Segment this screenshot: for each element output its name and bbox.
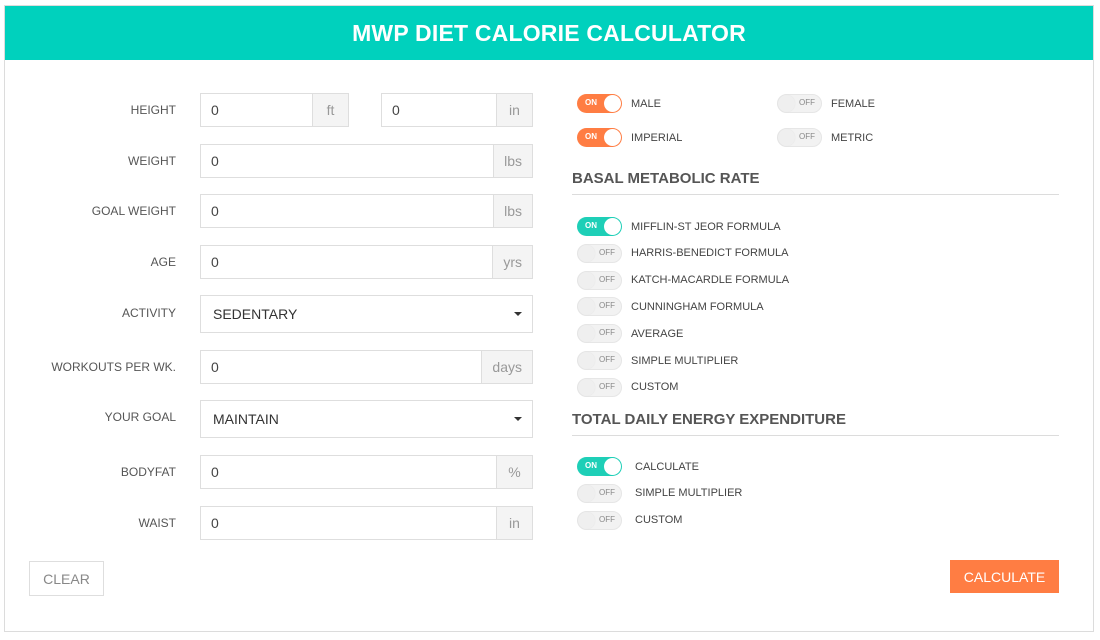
workouts-label: WORKOUTS PER WK. [51,360,176,374]
workouts-field[interactable]: 0 days [200,350,533,384]
bodyfat-value[interactable]: 0 [201,456,496,488]
toggle-label: CALCULATE [635,460,699,473]
calculate-button[interactable]: CALCULATE [950,560,1059,593]
toggle-label: SIMPLE MULTIPLIER [631,354,739,367]
goal-select[interactable]: MAINTAIN [200,400,533,438]
toggle-female[interactable]: OFF FEMALE [777,94,875,113]
clear-button[interactable]: CLEAR [29,561,104,596]
goal-weight-field[interactable]: 0 lbs [200,194,533,228]
activity-selected: SEDENTARY [213,306,298,322]
toggle-switch[interactable]: OFF [577,324,622,344]
weight-label: WEIGHT [128,154,176,168]
height-feet-unit: ft [312,94,348,126]
age-field[interactable]: 0 yrs [200,245,533,279]
goal-label: YOUR GOAL [104,410,176,424]
toggle-male[interactable]: ON MALE [577,94,661,113]
bmr-option[interactable]: OFF KATCH-MACARDLE FORMULA [577,270,790,290]
toggle-label: CUSTOM [631,381,679,394]
weight-unit: lbs [493,145,532,177]
waist-field[interactable]: 0 in [200,506,533,540]
waist-label: WAIST [138,516,176,530]
toggle-switch[interactable]: ON [577,457,622,476]
activity-select[interactable]: SEDENTARY [200,295,533,333]
height-inches-value[interactable]: 0 [382,94,496,126]
toggle-switch[interactable]: OFF [577,270,622,290]
header-bar: MWP DIET CALORIE CALCULATOR [5,6,1093,60]
workouts-value[interactable]: 0 [201,351,481,383]
toggle-label: AVERAGE [631,327,684,340]
toggle-switch[interactable]: OFF [577,243,622,263]
height-label: HEIGHT [130,103,176,117]
goal-weight-value[interactable]: 0 [201,195,493,227]
bodyfat-label: BODYFAT [120,465,176,479]
tdee-option[interactable]: OFF SIMPLE MULTIPLIER [577,483,743,503]
weight-field[interactable]: 0 lbs [200,144,533,178]
toggle-switch[interactable]: OFF [577,377,622,397]
toggle-switch[interactable]: OFF [777,94,822,113]
toggle-switch[interactable]: OFF [577,510,622,530]
tdee-option[interactable]: OFF CUSTOM [577,510,683,530]
caret-down-icon [514,312,522,316]
toggle-switch[interactable]: OFF [577,351,622,370]
bodyfat-unit: % [496,456,532,488]
toggle-label: IMPERIAL [631,131,683,144]
bmr-option[interactable]: OFF SIMPLE MULTIPLIER [577,351,738,370]
toggle-label: CUSTOM [635,514,683,527]
toggle-switch[interactable]: OFF [577,483,622,503]
toggle-label: HARRIS-BENEDICT FORMULA [631,247,789,260]
bmr-option[interactable]: ON MIFFLIN-ST JEOR FORMULA [577,217,781,236]
weight-value[interactable]: 0 [201,145,493,177]
toggle-switch[interactable]: ON [577,128,622,147]
height-feet-value[interactable]: 0 [201,94,312,126]
toggle-metric[interactable]: OFF METRIC [777,128,873,147]
toggle-label: MIFFLIN-ST JEOR FORMULA [631,220,781,233]
toggle-label: FEMALE [831,97,876,110]
tdee-section-title: TOTAL DAILY ENERGY EXPENDITURE [572,411,1059,436]
height-feet-field[interactable]: 0 ft [200,93,349,127]
height-inches-field[interactable]: 0 in [381,93,533,127]
activity-label: ACTIVITY [121,306,176,320]
toggle-switch[interactable]: OFF [777,128,822,147]
toggle-label: SIMPLE MULTIPLIER [635,487,743,500]
waist-unit: in [496,507,532,539]
waist-value[interactable]: 0 [201,507,496,539]
bmr-option[interactable]: OFF AVERAGE [577,324,684,344]
toggle-switch[interactable]: OFF [577,297,622,317]
toggle-label: METRIC [831,131,874,144]
bmr-section-title: BASAL METABOLIC RATE [572,170,1059,195]
page-title: MWP DIET CALORIE CALCULATOR [352,19,746,46]
toggle-label: KATCH-MACARDLE FORMULA [631,274,790,287]
age-label: AGE [150,255,176,269]
age-value[interactable]: 0 [201,246,492,278]
goal-selected: MAINTAIN [213,411,279,427]
height-inches-unit: in [496,94,532,126]
caret-down-icon [514,417,522,421]
tdee-option[interactable]: ON CALCULATE [577,457,699,476]
goal-weight-label: GOAL WEIGHT [91,204,176,218]
toggle-switch[interactable]: ON [577,94,622,113]
goal-weight-unit: lbs [493,195,532,227]
age-unit: yrs [492,246,532,278]
toggle-label: MALE [631,97,661,110]
bmr-option[interactable]: OFF HARRIS-BENEDICT FORMULA [577,243,789,263]
toggle-switch[interactable]: ON [577,217,622,236]
toggle-imperial[interactable]: ON IMPERIAL [577,128,682,147]
bmr-option[interactable]: OFF CUNNINGHAM FORMULA [577,297,764,317]
bodyfat-field[interactable]: 0 % [200,455,533,489]
workouts-unit: days [481,351,532,383]
bmr-option[interactable]: OFF CUSTOM [577,377,679,397]
toggle-label: CUNNINGHAM FORMULA [631,300,764,313]
